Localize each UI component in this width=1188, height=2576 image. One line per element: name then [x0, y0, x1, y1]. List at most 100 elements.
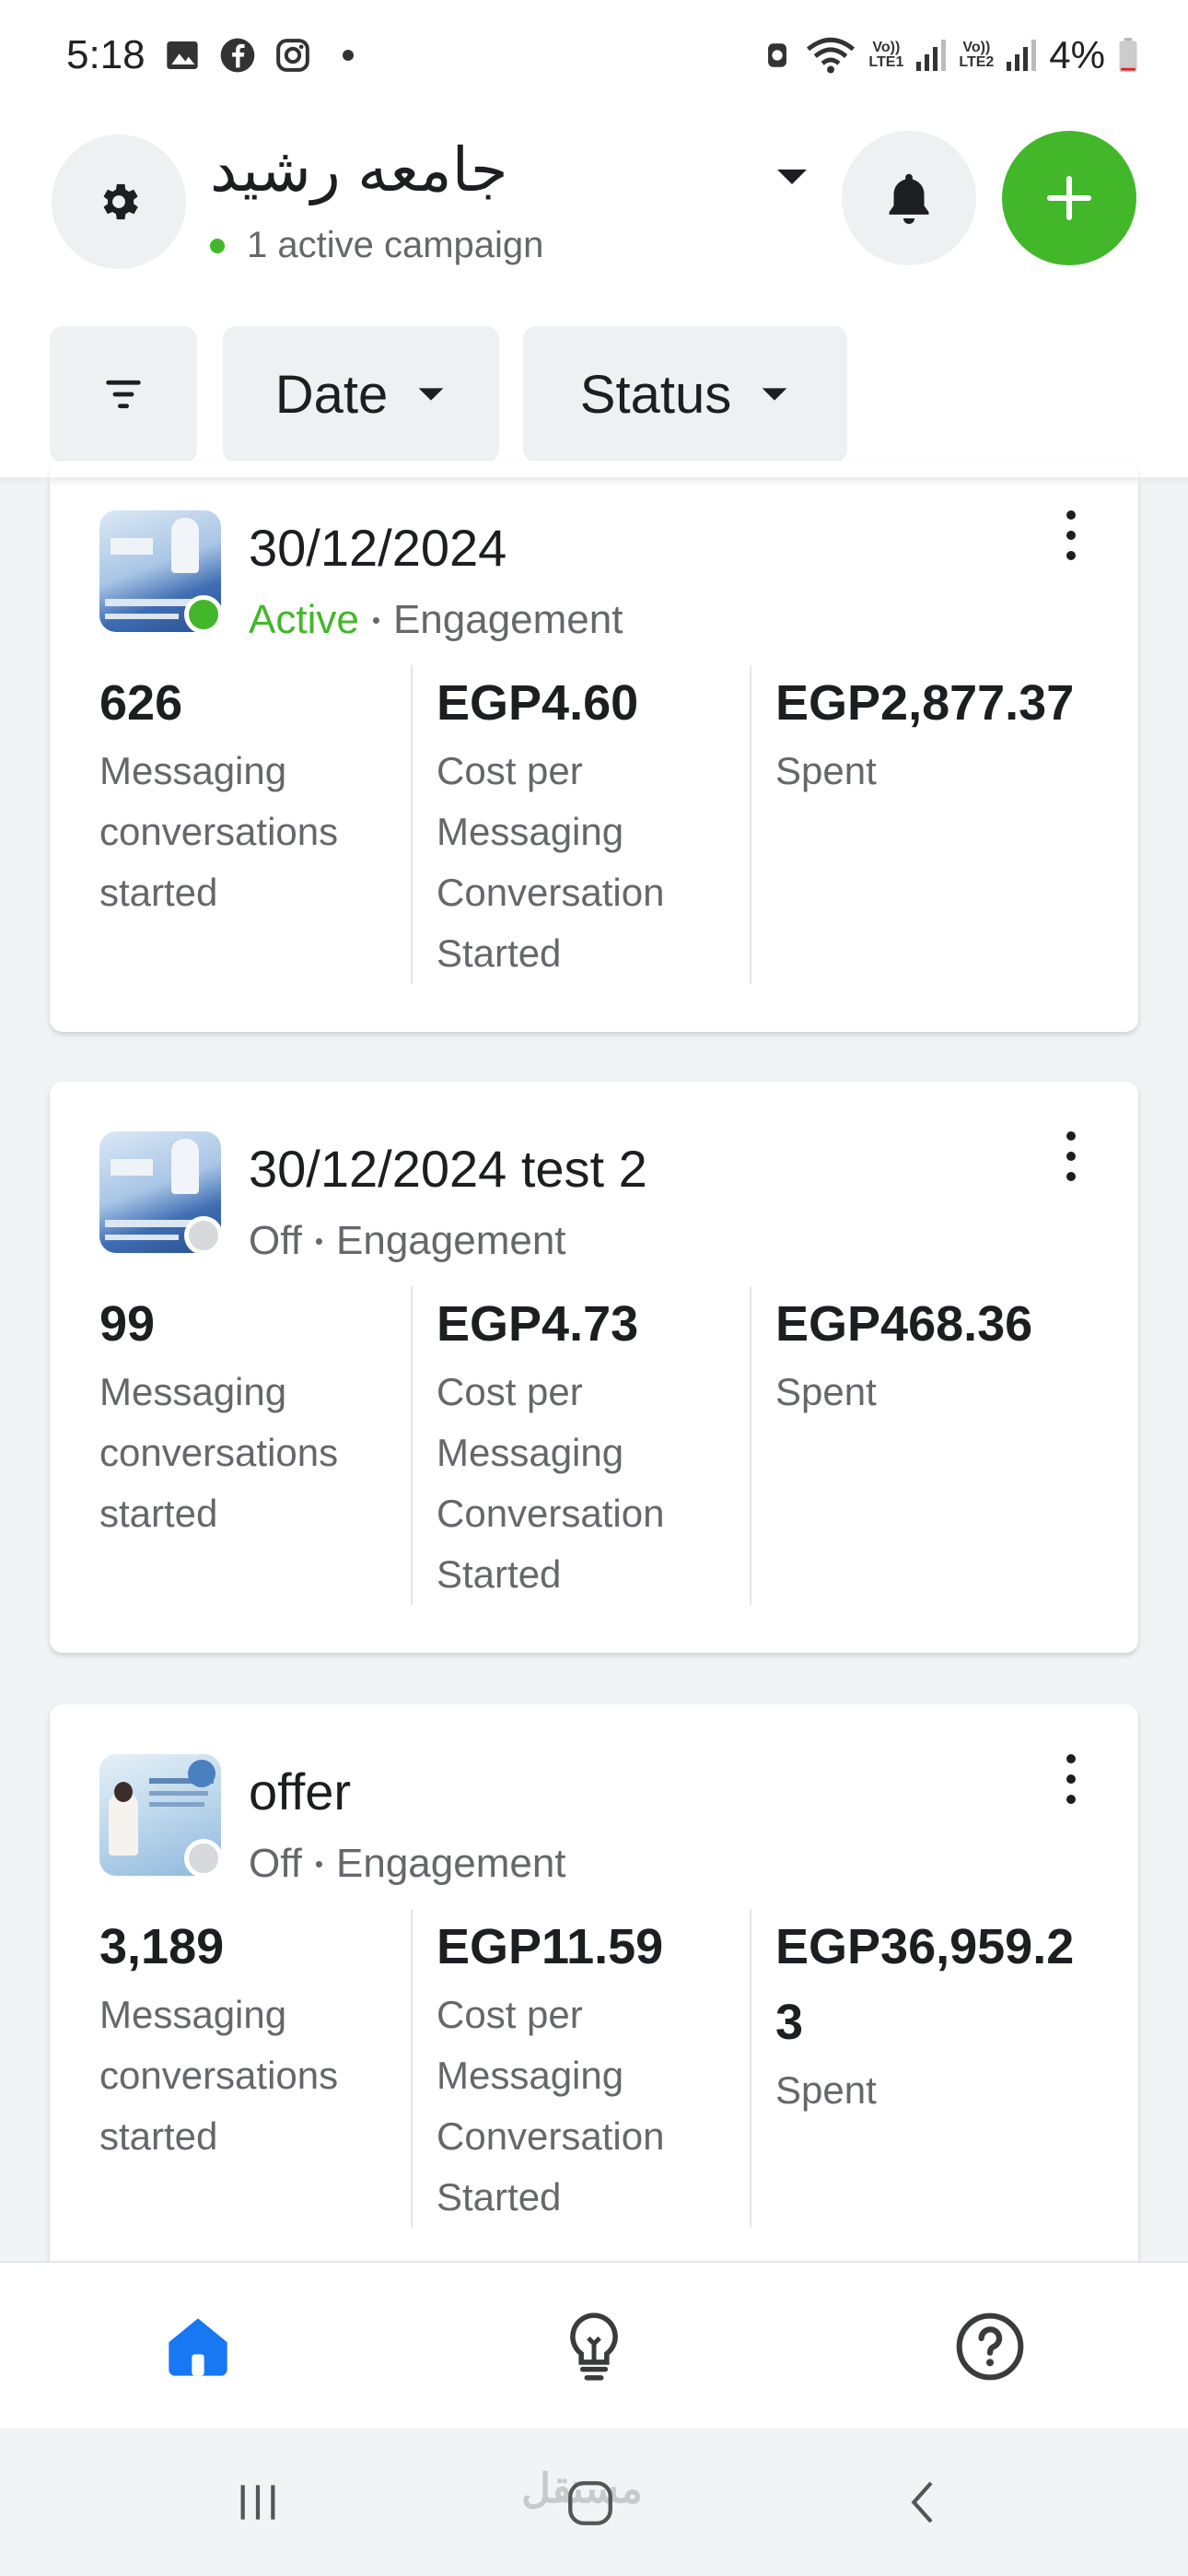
account-dropdown-icon[interactable] — [774, 166, 810, 188]
active-status-dot-icon — [184, 595, 223, 634]
cost-metric: EGP4.60 Cost per Messaging Conversation … — [437, 665, 750, 984]
metric-divider — [411, 1909, 413, 2228]
battery-icon — [1119, 38, 1137, 73]
results-label: Messaging conversations started — [99, 1370, 339, 1535]
date-filter-dropdown[interactable]: Date — [223, 326, 499, 463]
notification-dot-icon — [342, 50, 354, 61]
settings-button[interactable] — [52, 135, 186, 269]
bell-icon — [889, 173, 929, 225]
gear-icon — [103, 183, 138, 220]
spent-metric: EGP468.36 Spent — [775, 1286, 1079, 1423]
campaign-name[interactable]: offer — [249, 1762, 351, 1821]
nav-help[interactable] — [949, 2305, 1031, 2388]
signal-strength-icon — [916, 40, 947, 71]
help-icon — [956, 2313, 1024, 2381]
spent-metric: EGP36,959.23 Spent — [775, 1909, 1079, 2121]
cost-metric: EGP11.59 Cost per Messaging Conversation… — [437, 1909, 750, 2228]
home-system-button[interactable] — [564, 2476, 617, 2535]
notifications-button[interactable] — [842, 131, 976, 265]
more-options-button[interactable] — [1066, 510, 1076, 560]
metric-divider — [750, 1286, 751, 1605]
campaign-meta: Active • Engagement — [249, 597, 623, 643]
create-campaign-button[interactable] — [1002, 131, 1136, 265]
date-filter-label: Date — [274, 364, 389, 425]
results-value: 99 — [99, 1296, 156, 1352]
status-bar-left: 5:18 — [66, 32, 354, 78]
off-status-dot-icon — [184, 1839, 223, 1878]
back-chevron-icon — [911, 2481, 933, 2523]
spent-label: Spent — [775, 1370, 877, 1413]
campaign-name[interactable]: 30/12/2024 — [249, 518, 507, 578]
nav-insights[interactable] — [553, 2305, 635, 2388]
status-filter-dropdown[interactable]: Status — [523, 326, 847, 463]
cost-label: Cost per Messaging Conversation Started — [437, 1993, 665, 2219]
account-name[interactable]: جامعه رشيد — [210, 135, 508, 205]
cost-value: EGP11.59 — [437, 1919, 664, 1974]
active-dot-icon — [210, 238, 225, 253]
more-options-button[interactable] — [1066, 1131, 1076, 1181]
metric-divider — [411, 665, 413, 984]
status-bar: 5:18 Vo)) LTE1 Vo)) LTE2 4% — [0, 0, 1188, 111]
gallery-icon — [166, 41, 198, 69]
results-value: 3,189 — [99, 1919, 225, 1974]
alarm-icon — [768, 43, 787, 67]
metric-divider — [750, 665, 751, 984]
spent-value: EGP468.36 — [775, 1296, 1033, 1352]
metric-divider — [411, 1286, 413, 1605]
metric-divider — [750, 1909, 751, 2228]
cost-metric: EGP4.73 Cost per Messaging Conversation … — [437, 1286, 750, 1605]
cost-label: Cost per Messaging Conversation Started — [437, 1370, 665, 1596]
system-navigation-bar: مستقل — [0, 2429, 1188, 2576]
home-icon — [169, 2318, 227, 2376]
volte-label-2: Vo)) — [962, 40, 991, 55]
meta-separator: • — [314, 1849, 323, 1878]
cost-label: Cost per Messaging Conversation Started — [437, 749, 665, 975]
results-metric: 3,189 Messaging conversations started — [99, 1909, 413, 2167]
home-button-icon — [568, 2481, 612, 2525]
spent-value: EGP2,877.37 — [775, 675, 1075, 731]
volte-lte2: Vo)) LTE2 — [959, 41, 994, 70]
volte-label-1: Vo)) — [872, 40, 901, 55]
campaign-card[interactable]: 30/12/2024 test 2 Off • Engagement 99 Me… — [50, 1082, 1138, 1653]
cost-value: EGP4.60 — [437, 675, 639, 731]
active-campaign-status: 1 active campaign — [210, 225, 543, 266]
campaign-card[interactable]: 30/12/2024 Active • Engagement 626 Messa… — [50, 461, 1138, 1032]
recent-apps-icon — [240, 2485, 275, 2520]
lightbulb-icon — [570, 2313, 618, 2381]
app-header: جامعه رشيد 1 active campaign Date Status — [0, 111, 1188, 479]
active-campaign-count: 1 active campaign — [247, 225, 544, 265]
bottom-navigation — [0, 2261, 1188, 2430]
results-label: Messaging conversations started — [99, 1993, 339, 2158]
meta-separator: • — [371, 605, 380, 634]
spent-value: EGP36,959.23 — [775, 1919, 1075, 2050]
campaign-status: Off — [249, 1841, 302, 1886]
campaign-objective: Engagement — [336, 1841, 566, 1886]
plus-icon — [1046, 175, 1092, 221]
back-button[interactable] — [899, 2476, 950, 2533]
cost-value: EGP4.73 — [437, 1296, 639, 1352]
filter-button[interactable] — [50, 326, 197, 463]
off-status-dot-icon — [184, 1216, 223, 1255]
lte1-label: LTE1 — [868, 54, 904, 70]
recent-apps-button[interactable] — [232, 2476, 284, 2533]
campaign-status: Active — [249, 597, 359, 642]
results-label: Messaging conversations started — [99, 749, 339, 914]
campaign-meta: Off • Engagement — [249, 1841, 566, 1887]
facebook-icon — [220, 38, 254, 73]
instagram-icon — [275, 39, 309, 72]
chevron-down-icon — [418, 388, 444, 401]
spent-label: Spent — [775, 2068, 877, 2112]
nav-home[interactable] — [157, 2305, 239, 2388]
campaign-meta: Off • Engagement — [249, 1218, 566, 1264]
campaign-objective: Engagement — [336, 1218, 566, 1263]
lte2-label: LTE2 — [959, 54, 995, 70]
campaign-card[interactable]: offer Off • Engagement 3,189 Messaging c… — [50, 1704, 1138, 2294]
status-filter-label: Status — [579, 364, 732, 425]
campaign-name[interactable]: 30/12/2024 test 2 — [249, 1139, 647, 1199]
clock: 5:18 — [66, 32, 146, 77]
chevron-down-icon — [762, 388, 787, 401]
signal-strength-icon-2 — [1007, 40, 1037, 71]
results-metric: 626 Messaging conversations started — [99, 665, 413, 923]
more-options-button[interactable] — [1066, 1754, 1076, 1804]
results-value: 626 — [99, 675, 183, 731]
